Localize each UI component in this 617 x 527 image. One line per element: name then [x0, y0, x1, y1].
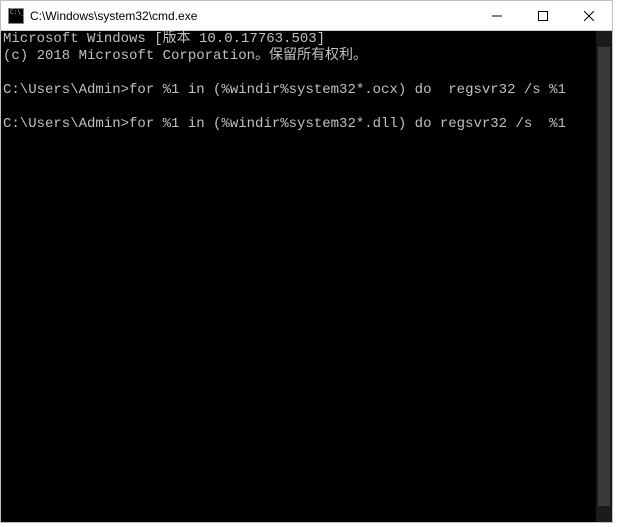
maximize-button[interactable]: [520, 1, 566, 30]
cmd-window: C:\Windows\system32\cmd.exe Microsoft Wi…: [0, 0, 613, 523]
close-button[interactable]: [566, 1, 612, 30]
scrollbar[interactable]: [596, 31, 612, 522]
minimize-icon: [492, 11, 502, 21]
window-controls: [474, 1, 612, 30]
app-icon: [8, 8, 24, 24]
scrollbar-track[interactable]: [596, 47, 612, 506]
close-icon: [584, 11, 594, 21]
terminal-area[interactable]: Microsoft Windows [版本 10.0.17763.503] (c…: [1, 31, 612, 522]
minimize-button[interactable]: [474, 1, 520, 30]
terminal-output: Microsoft Windows [版本 10.0.17763.503] (c…: [3, 31, 610, 133]
titlebar[interactable]: C:\Windows\system32\cmd.exe: [1, 1, 612, 31]
maximize-icon: [538, 11, 548, 21]
window-title: C:\Windows\system32\cmd.exe: [30, 9, 197, 23]
scrollbar-thumb[interactable]: [598, 47, 610, 506]
